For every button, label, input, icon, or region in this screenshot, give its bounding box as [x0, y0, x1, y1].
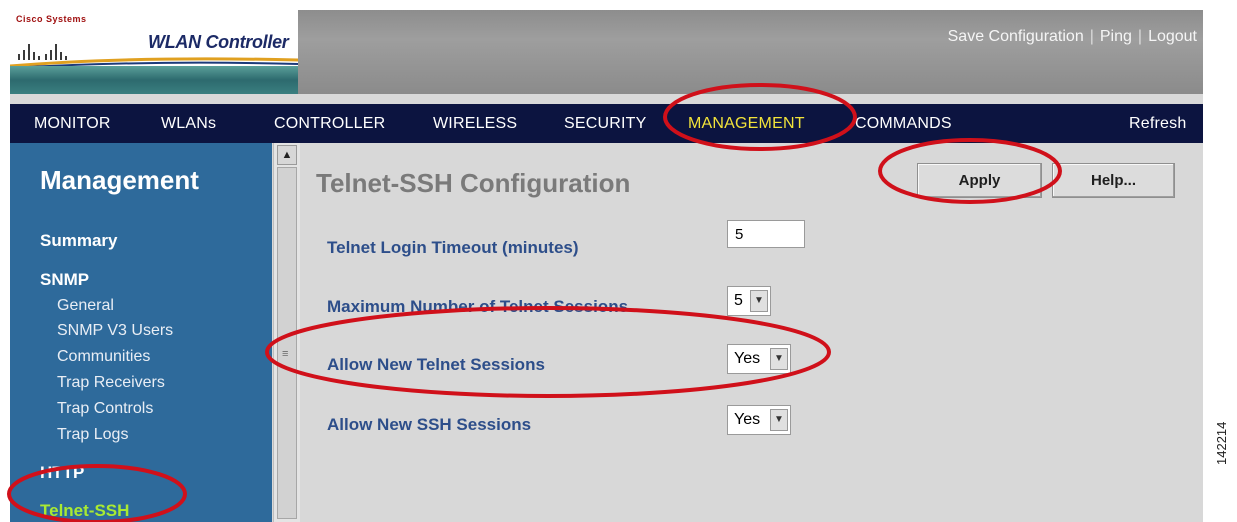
- logo-area: Cisco Systems WLAN Controller: [10, 10, 298, 94]
- max-telnet-sessions-select[interactable]: 5 ▼: [727, 286, 771, 316]
- scroll-thumb[interactable]: [277, 167, 297, 519]
- max-telnet-sessions-label: Maximum Number of Telnet Sessions: [327, 297, 629, 316]
- header-strip: [10, 66, 298, 94]
- sidebar-item-snmp[interactable]: SNMP: [40, 270, 89, 290]
- sidebar-scrollbar[interactable]: ▲ ≡: [273, 143, 300, 522]
- header-links: Save Configuration | Ping | Logout: [947, 28, 1197, 45]
- scroll-up-arrow-icon[interactable]: ▲: [277, 145, 297, 165]
- allow-telnet-value: Yes: [734, 350, 761, 367]
- product-title: WLAN Controller: [148, 32, 289, 52]
- app-window: Cisco Systems WLAN Controller Save Confi…: [10, 10, 1203, 522]
- max-telnet-sessions-value: 5: [734, 292, 743, 309]
- nav-commands[interactable]: COMMANDS: [855, 115, 952, 133]
- sidebar: Management Summary SNMP General SNMP V3 …: [10, 143, 272, 522]
- telnet-login-timeout-label: Telnet Login Timeout (minutes): [327, 238, 579, 257]
- nav-security[interactable]: SECURITY: [564, 115, 647, 133]
- figure-number: 142214: [1214, 421, 1229, 465]
- main-content: Telnet-SSH Configuration Apply Help... T…: [300, 143, 1203, 522]
- page-title: Telnet-SSH Configuration: [316, 168, 631, 198]
- sidebar-item-telnet-ssh[interactable]: Telnet-SSH: [40, 501, 129, 521]
- logout-link[interactable]: Logout: [1148, 28, 1197, 45]
- apply-button[interactable]: Apply: [917, 163, 1042, 198]
- chevron-down-icon[interactable]: ▼: [770, 348, 788, 370]
- chevron-down-icon[interactable]: ▼: [770, 409, 788, 431]
- sidebar-item-communities[interactable]: Communities: [57, 348, 150, 366]
- nav-controller[interactable]: CONTROLLER: [274, 115, 385, 133]
- sidebar-item-trap-logs[interactable]: Trap Logs: [57, 426, 128, 444]
- refresh-link[interactable]: Refresh: [1129, 115, 1186, 133]
- ping-link[interactable]: Ping: [1100, 28, 1132, 45]
- sidebar-item-general[interactable]: General: [57, 297, 114, 315]
- brand-text: Cisco Systems: [16, 14, 87, 24]
- scroll-grip-icon: ≡: [282, 348, 289, 360]
- allow-ssh-value: Yes: [734, 411, 761, 428]
- nav-management[interactable]: MANAGEMENT: [688, 115, 805, 133]
- sidebar-item-trap-receivers[interactable]: Trap Receivers: [57, 374, 165, 392]
- allow-ssh-select[interactable]: Yes ▼: [727, 405, 791, 435]
- nav-monitor[interactable]: MONITOR: [34, 115, 111, 133]
- telnet-login-timeout-input[interactable]: 5: [727, 220, 805, 248]
- allow-telnet-label: Allow New Telnet Sessions: [327, 355, 545, 374]
- chevron-down-icon[interactable]: ▼: [750, 290, 768, 312]
- sidebar-item-snmp-v3-users[interactable]: SNMP V3 Users: [57, 322, 173, 340]
- nav-wireless[interactable]: WIRELESS: [433, 115, 517, 133]
- allow-ssh-label: Allow New SSH Sessions: [327, 415, 532, 434]
- nav-wlans[interactable]: WLANs: [161, 115, 216, 133]
- allow-telnet-select[interactable]: Yes ▼: [727, 344, 791, 374]
- sidebar-item-trap-controls[interactable]: Trap Controls: [57, 400, 153, 418]
- sidebar-heading: Management: [40, 165, 199, 195]
- save-configuration-link[interactable]: Save Configuration: [948, 28, 1084, 45]
- sidebar-item-http[interactable]: HTTP: [40, 463, 84, 483]
- top-header: Cisco Systems WLAN Controller Save Confi…: [10, 10, 1203, 94]
- sidebar-item-summary[interactable]: Summary: [40, 231, 117, 251]
- main-nav: MONITOR WLANs CONTROLLER WIRELESS SECURI…: [10, 104, 1203, 143]
- help-button[interactable]: Help...: [1052, 163, 1175, 198]
